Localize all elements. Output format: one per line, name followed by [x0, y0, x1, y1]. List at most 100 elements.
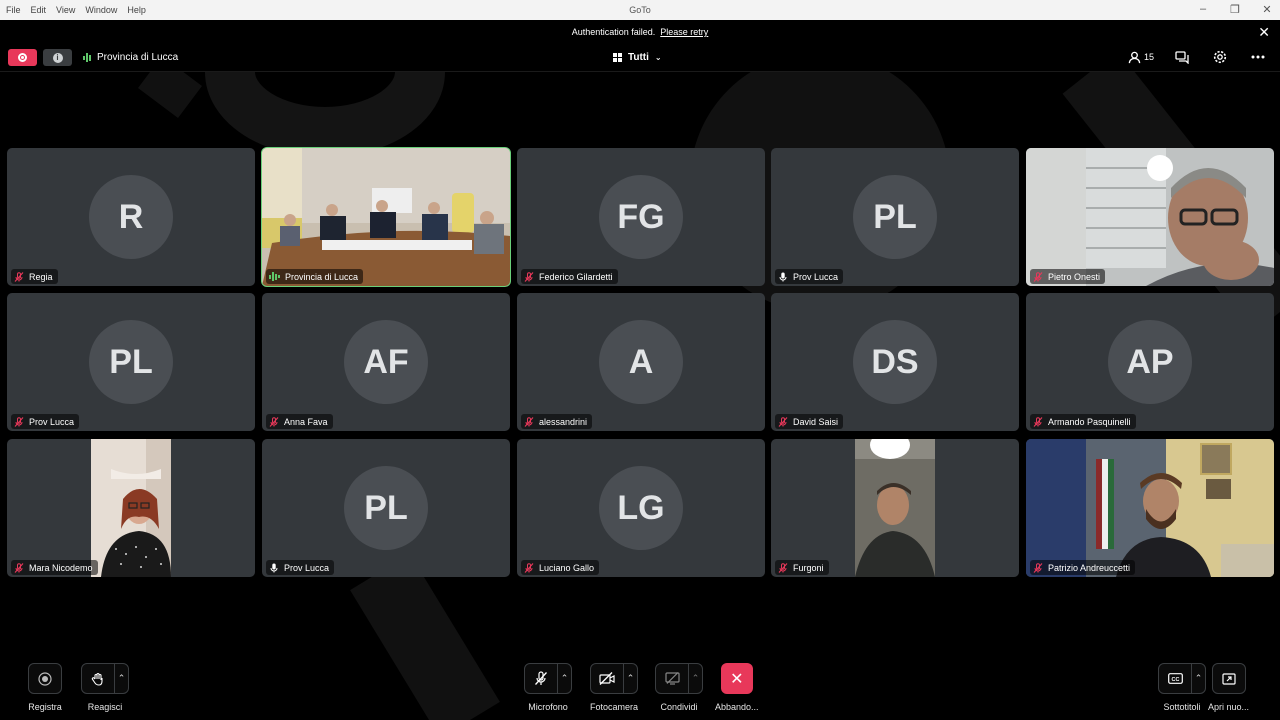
more-button[interactable]	[1248, 49, 1268, 65]
participant-tile-video[interactable]: Pietro Onesti	[1026, 148, 1274, 286]
leave-button[interactable]: ✕	[720, 663, 753, 694]
microphone-button[interactable]: ⌃	[524, 663, 572, 694]
participant-label: Prov Lucca	[775, 269, 844, 284]
chevron-up-icon[interactable]: ⌃	[688, 664, 702, 693]
svg-text:CC: CC	[1171, 677, 1179, 683]
chat-button[interactable]	[1172, 49, 1192, 65]
avatar: PL	[344, 466, 428, 550]
participant-label: Anna Fava	[266, 414, 333, 429]
participant-name: Regia	[29, 271, 53, 282]
share-button[interactable]: ⌃	[655, 663, 703, 694]
microphone-muted-icon	[524, 271, 534, 282]
video-feed	[1026, 439, 1274, 577]
participant-name: alessandrini	[539, 416, 588, 427]
participant-count: 15	[1143, 52, 1154, 62]
participants-button[interactable]: 15	[1128, 51, 1154, 64]
open-window-icon	[1221, 673, 1236, 685]
window-controls: – ❐ ✕	[1198, 3, 1272, 16]
participant-name: Federico Gilardetti	[539, 271, 613, 282]
close-window-icon[interactable]: ✕	[1262, 3, 1272, 16]
participant-tile[interactable]: PL Prov Lucca	[262, 439, 510, 577]
close-icon[interactable]: ✕	[1258, 24, 1270, 41]
more-icon	[1251, 55, 1265, 59]
participant-label: Armando Pasquinelli	[1030, 414, 1136, 429]
avatar: LG	[599, 466, 683, 550]
microphone-muted-icon	[14, 562, 24, 573]
window-titlebar: File Edit View Window Help GoTo – ❐ ✕	[0, 0, 1280, 20]
video-feed	[1026, 148, 1274, 286]
participant-tile[interactable]: A alessandrini	[517, 293, 765, 431]
participant-label: Prov Lucca	[266, 560, 335, 575]
microphone-muted-icon	[269, 416, 279, 427]
participant-label: Provincia di Lucca	[266, 269, 364, 284]
toolbar-right: 15	[1128, 49, 1268, 65]
participant-name: David Saisi	[793, 416, 839, 427]
audio-level-icon	[269, 272, 280, 282]
record-label: Registra	[28, 702, 62, 712]
participant-tile-video[interactable]: Furgoni	[771, 439, 1019, 577]
minimize-icon[interactable]: –	[1198, 3, 1208, 16]
participant-tile[interactable]: LG Luciano Gallo	[517, 439, 765, 577]
participant-name: Patrizio Andreuccetti	[1048, 562, 1131, 573]
react-button[interactable]: ⌃	[81, 663, 129, 694]
avatar: PL	[89, 320, 173, 404]
grid-icon	[613, 53, 622, 62]
participant-label: Prov Lucca	[11, 414, 80, 429]
participant-name: Provincia di Lucca	[285, 271, 359, 282]
avatar: AF	[344, 320, 428, 404]
captions-button[interactable]: CC ⌃	[1158, 663, 1206, 694]
recording-button[interactable]	[8, 49, 37, 66]
auth-banner: Authentication failed. Please retry ✕	[0, 20, 1280, 42]
microphone-label: Microfono	[528, 702, 568, 712]
avatar: A	[599, 320, 683, 404]
restore-icon[interactable]: ❐	[1230, 3, 1240, 16]
chevron-up-icon[interactable]: ⌃	[557, 664, 571, 693]
retry-link[interactable]: Please retry	[660, 27, 708, 37]
hand-icon	[91, 672, 103, 686]
participant-tile-video[interactable]: Patrizio Andreuccetti	[1026, 439, 1274, 577]
microphone-muted-icon	[14, 271, 24, 282]
chat-icon	[1175, 50, 1189, 64]
participant-tile[interactable]: AF Anna Fava	[262, 293, 510, 431]
camera-button[interactable]: ⌃	[590, 663, 639, 694]
participant-tile[interactable]: PL Prov Lucca	[771, 148, 1019, 286]
microphone-icon	[269, 563, 279, 573]
captions-control: CC ⌃ Sottotitoli	[1158, 663, 1206, 712]
captions-label: Sottotitoli	[1163, 702, 1201, 712]
chevron-up-icon[interactable]: ⌃	[114, 664, 128, 693]
meeting-title: Provincia di Lucca	[97, 52, 179, 63]
leave-label: Abbando...	[715, 702, 759, 712]
participant-tile[interactable]: AP Armando Pasquinelli	[1026, 293, 1274, 431]
participant-tile[interactable]: FG Federico Gilardetti	[517, 148, 765, 286]
participant-name: Anna Fava	[284, 416, 328, 427]
video-feed	[262, 148, 510, 286]
participant-label: Federico Gilardetti	[521, 269, 618, 284]
microphone-muted-icon	[524, 416, 534, 427]
leave-control: ✕ Abbando...	[715, 663, 759, 712]
info-button[interactable]: i	[43, 49, 72, 66]
microphone-off-icon	[535, 671, 547, 685]
participant-tile[interactable]: R Regia	[7, 148, 255, 286]
microphone-control: ⌃ Microfono	[524, 663, 572, 712]
record-button[interactable]	[28, 663, 62, 694]
react-control: ⌃ Reagisci	[81, 663, 129, 712]
layout-selector[interactable]: Tutti ⌄	[613, 52, 662, 63]
participant-tile[interactable]: DS David Saisi	[771, 293, 1019, 431]
screen-share-off-icon	[664, 672, 680, 685]
participant-name: Pietro Onesti	[1048, 271, 1101, 282]
participant-label: Luciano Gallo	[521, 560, 600, 575]
chevron-up-icon[interactable]: ⌃	[623, 664, 637, 693]
participant-tile-video[interactable]: Mara Nicodemo	[7, 439, 255, 577]
layout-label: Tutti	[628, 52, 649, 63]
participant-tile[interactable]: PL Prov Lucca	[7, 293, 255, 431]
participant-name: Armando Pasquinelli	[1048, 416, 1131, 427]
settings-button[interactable]	[1210, 49, 1230, 65]
open-new-button[interactable]	[1211, 663, 1246, 694]
participant-label: Furgoni	[775, 560, 829, 575]
participant-label: Patrizio Andreuccetti	[1030, 560, 1136, 575]
video-feed	[91, 439, 171, 577]
microphone-muted-icon	[778, 562, 788, 573]
microphone-muted-icon	[1033, 562, 1043, 573]
participant-tile-video[interactable]: Provincia di Lucca	[261, 147, 511, 287]
chevron-up-icon[interactable]: ⌃	[1191, 664, 1205, 693]
